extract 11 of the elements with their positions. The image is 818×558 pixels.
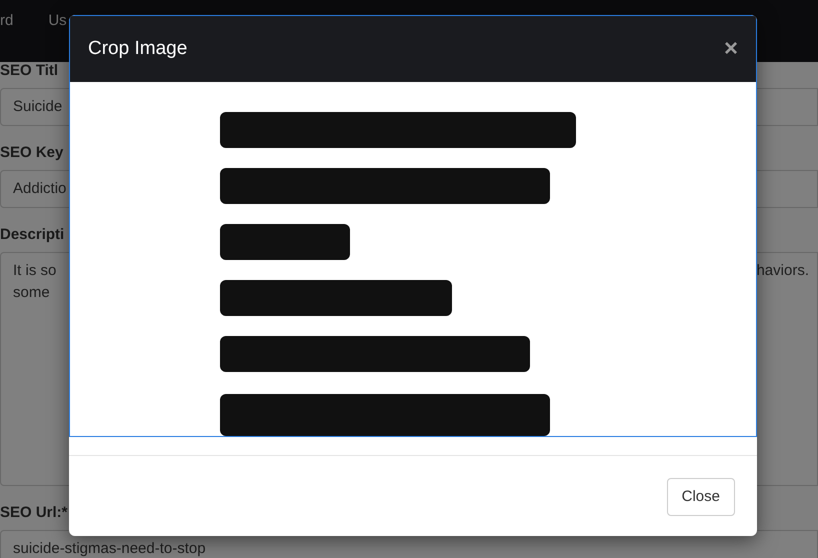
field-label: SEO Key xyxy=(0,144,64,162)
field-label: Descripti xyxy=(0,226,64,244)
close-button[interactable]: Close xyxy=(666,478,735,516)
field-label: SEO Titl xyxy=(0,62,58,80)
field-label: SEO Url:* xyxy=(0,504,68,522)
field-text: haviors. xyxy=(756,261,809,281)
nav-link[interactable]: rd xyxy=(0,10,14,32)
dialog-title: Crop Image xyxy=(88,36,188,61)
field-text: It is so xyxy=(13,261,56,281)
nav-link[interactable]: Us xyxy=(48,10,67,32)
field-text: some xyxy=(13,283,50,303)
